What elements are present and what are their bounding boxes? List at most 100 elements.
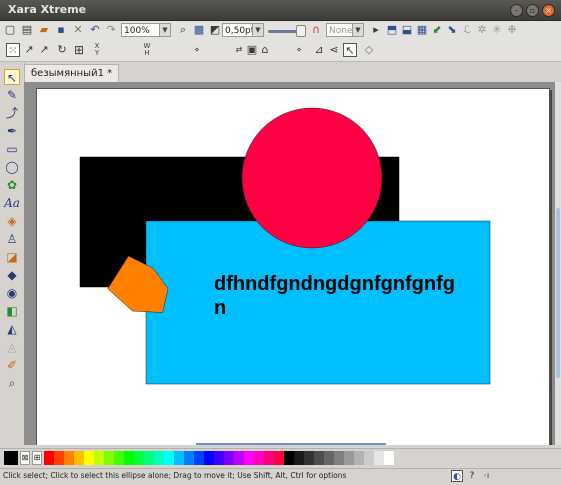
zoom-tool-icon[interactable]: ⌕ bbox=[4, 375, 20, 391]
minimize-button[interactable]: – bbox=[510, 4, 523, 17]
palette-swatch[interactable] bbox=[244, 451, 254, 465]
palette-swatch[interactable] bbox=[144, 451, 154, 465]
redo-icon[interactable]: ↷ bbox=[104, 23, 118, 37]
drawing-canvas[interactable]: dfhndfgndngdgnfgnfgnfg n bbox=[24, 82, 555, 445]
bounds-icon[interactable]: ⁙ bbox=[6, 43, 20, 57]
palette-swatch[interactable] bbox=[314, 451, 324, 465]
freehand-tool-icon[interactable]: ✎ bbox=[4, 87, 20, 103]
selector-icon[interactable]: ↖ bbox=[343, 43, 357, 57]
current-color-swatch[interactable] bbox=[4, 451, 18, 465]
save-icon[interactable]: ▪ bbox=[54, 23, 68, 37]
slider-thumb[interactable] bbox=[296, 25, 306, 37]
effect-icon[interactable]: ✲ bbox=[475, 23, 489, 37]
flip-vertical-icon[interactable]: ⋖ bbox=[327, 43, 341, 57]
zoom-combo[interactable]: 100% ▼ bbox=[121, 23, 171, 37]
options-icon[interactable]: ❉ bbox=[505, 23, 519, 37]
scale-icon[interactable]: ⋄ bbox=[190, 43, 204, 57]
palette-swatch[interactable] bbox=[184, 451, 194, 465]
help-icon[interactable]: ? bbox=[466, 470, 478, 482]
ellipse-tool-icon[interactable]: ◯ bbox=[4, 159, 20, 175]
horizontal-scroll-thumb[interactable] bbox=[196, 443, 386, 445]
select-inside-icon[interactable]: ↗ bbox=[37, 43, 51, 57]
red-circle[interactable] bbox=[241, 107, 383, 249]
palette-swatch[interactable] bbox=[134, 451, 144, 465]
palette-swatch[interactable] bbox=[234, 451, 244, 465]
zoom-tool-icon[interactable]: ⌕ bbox=[176, 23, 190, 37]
maximize-button[interactable]: ▫ bbox=[526, 4, 539, 17]
palette-swatch[interactable] bbox=[104, 451, 114, 465]
tag-icon[interactable]: ◇ bbox=[362, 43, 376, 57]
render-quality-icon[interactable]: ◐ bbox=[451, 470, 463, 482]
palette-swatch[interactable] bbox=[214, 451, 224, 465]
import-icon[interactable]: ⬋ bbox=[430, 23, 444, 37]
pen-tool-icon[interactable]: ✒ bbox=[4, 123, 20, 139]
palette-swatch[interactable] bbox=[334, 451, 344, 465]
arrowhead-combo[interactable]: None ▼ bbox=[326, 23, 364, 37]
palette-swatch[interactable] bbox=[354, 451, 364, 465]
zoom-to-page-icon[interactable]: ▩ bbox=[192, 23, 206, 37]
bevel-tool-icon[interactable]: ◉ bbox=[4, 285, 20, 301]
palette-swatch[interactable] bbox=[94, 451, 104, 465]
palette-swatch[interactable] bbox=[64, 451, 74, 465]
shadow-icon[interactable]: ✳ bbox=[490, 23, 504, 37]
palette-swatch[interactable] bbox=[204, 451, 214, 465]
palette-swatch[interactable] bbox=[84, 451, 94, 465]
contour-tool-icon[interactable]: ◆ bbox=[4, 267, 20, 283]
no-color-swatch[interactable]: ⊠ bbox=[20, 451, 30, 465]
snap-icon[interactable]: ◦I bbox=[480, 470, 492, 482]
node-select-icon[interactable]: ↗ bbox=[22, 43, 36, 57]
shadow-tool-icon[interactable]: ◧ bbox=[4, 303, 20, 319]
palette-swatch[interactable] bbox=[254, 451, 264, 465]
arrow-style-icon[interactable]: ▸ bbox=[369, 23, 383, 37]
lock-aspect-icon[interactable]: ▣ bbox=[245, 43, 259, 57]
flip-horizontal-icon[interactable]: ⊿ bbox=[312, 43, 326, 57]
send-back-icon[interactable]: ▦ bbox=[415, 23, 429, 37]
palette-swatch[interactable] bbox=[164, 451, 174, 465]
flip-icon[interactable]: ⇄ bbox=[232, 43, 246, 57]
mould-tool-icon[interactable]: ◭ bbox=[4, 321, 20, 337]
palette-swatch[interactable] bbox=[374, 451, 384, 465]
open-icon[interactable]: ▰ bbox=[37, 23, 51, 37]
vertical-scroll-thumb[interactable] bbox=[556, 208, 560, 378]
grid-icon[interactable]: ⊞ bbox=[72, 43, 86, 57]
palette-swatch[interactable] bbox=[154, 451, 164, 465]
selector-tool-icon[interactable]: ↖ bbox=[4, 69, 20, 85]
bring-to-front-icon[interactable]: ⬒ bbox=[385, 23, 399, 37]
angle-icon[interactable]: ⋄ bbox=[292, 43, 306, 57]
brush-tool-icon[interactable]: ✐ bbox=[4, 357, 20, 373]
palette-swatch[interactable] bbox=[44, 451, 54, 465]
palette-swatch[interactable] bbox=[174, 451, 184, 465]
tab-document[interactable]: безымянный1 * bbox=[24, 64, 120, 82]
palette-swatch[interactable] bbox=[294, 451, 304, 465]
color-picker-icon[interactable]: ⊞ bbox=[32, 451, 42, 465]
palette-swatch[interactable] bbox=[364, 451, 374, 465]
text-tool-icon[interactable]: Aa bbox=[4, 195, 20, 211]
palette-swatch[interactable] bbox=[344, 451, 354, 465]
vertical-scrollbar[interactable] bbox=[555, 82, 561, 445]
fill-tool-icon[interactable]: ◈ bbox=[4, 213, 20, 229]
rectangle-tool-icon[interactable]: ▭ bbox=[4, 141, 20, 157]
palette-swatch[interactable] bbox=[114, 451, 124, 465]
line-width-combo[interactable]: 0,50pt ▼ bbox=[222, 23, 264, 37]
palette-swatch[interactable] bbox=[304, 451, 314, 465]
blend-tool-icon[interactable]: ◪ bbox=[4, 249, 20, 265]
quickshape-tool-icon[interactable]: ✿ bbox=[4, 177, 20, 193]
shape-editor-tool-icon[interactable]: ⤴ bbox=[4, 105, 20, 121]
rotate-icon[interactable]: ↻ bbox=[55, 43, 69, 57]
text-style-icon[interactable]: ℒ bbox=[460, 23, 474, 37]
magnet-icon[interactable]: ∩ bbox=[309, 23, 323, 37]
delete-icon[interactable]: ✕ bbox=[71, 23, 85, 37]
undo-icon[interactable]: ↶ bbox=[88, 23, 102, 37]
transparency-tool-icon[interactable]: ♙ bbox=[4, 231, 20, 247]
new-document-icon[interactable]: ▢ bbox=[3, 23, 17, 37]
palette-swatch[interactable] bbox=[74, 451, 84, 465]
palette-swatch[interactable] bbox=[384, 451, 394, 465]
new-template-icon[interactable]: ▤ bbox=[20, 23, 34, 37]
close-button[interactable]: × bbox=[542, 4, 555, 17]
export-icon[interactable]: ⬊ bbox=[445, 23, 459, 37]
palette-swatch[interactable] bbox=[264, 451, 274, 465]
palette-swatch[interactable] bbox=[284, 451, 294, 465]
palette-swatch[interactable] bbox=[54, 451, 64, 465]
scale-lines-icon[interactable]: ⌂ bbox=[258, 43, 272, 57]
palette-swatch[interactable] bbox=[224, 451, 234, 465]
